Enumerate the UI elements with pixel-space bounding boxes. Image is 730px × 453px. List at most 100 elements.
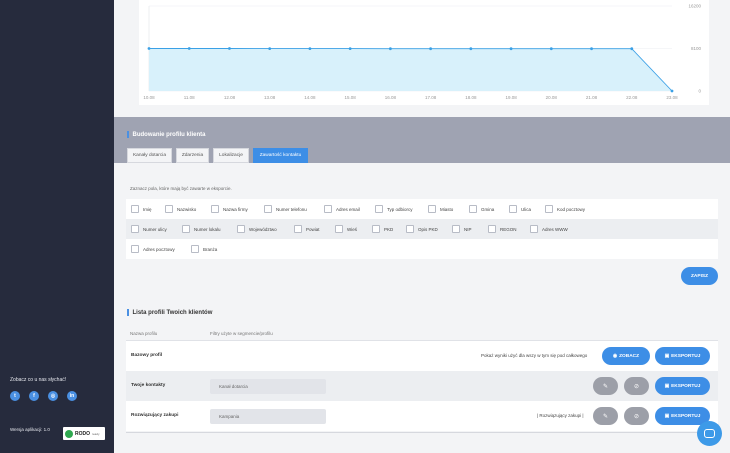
save-icon: ▣: [664, 413, 670, 419]
checkbox-box[interactable]: [191, 245, 199, 253]
checkbox-box[interactable]: [509, 205, 517, 213]
table-row: Bazowy profil Pokaż wyniki użyć dla wszy…: [126, 341, 718, 371]
checkbox-box[interactable]: [294, 225, 302, 233]
twitter-icon[interactable]: t: [10, 391, 20, 401]
x-tick-label: 13.08: [264, 95, 276, 100]
x-tick-label: 14.08: [304, 95, 316, 100]
checkbox-label: Nazwisko: [177, 206, 197, 212]
checkbox-box[interactable]: [211, 205, 219, 213]
field-checkbox[interactable]: Adres email: [324, 205, 360, 213]
profile-note: | Rozwiązujący zakupi |: [537, 413, 584, 418]
checkbox-box[interactable]: [335, 225, 343, 233]
delete-button[interactable]: ⊘: [624, 377, 649, 395]
data-point: [187, 47, 191, 50]
checkbox-box[interactable]: [237, 225, 245, 233]
checkbox-box[interactable]: [488, 225, 496, 233]
field-checkbox[interactable]: Adres WWW: [530, 225, 568, 233]
social-links: t f ◎ in: [10, 391, 77, 401]
checkbox-box[interactable]: [131, 225, 139, 233]
delete-button[interactable]: ⊘: [624, 407, 649, 425]
export-button[interactable]: ▣ EKSPORTUJ: [655, 377, 710, 395]
x-tick-label: 11.08: [184, 95, 195, 100]
checkbox-box[interactable]: [165, 205, 173, 213]
contacts-chart: 10.08 11.08 12.08 13.08 14.08 15.08 16.08 17.08…: [143, 4, 701, 101]
tab-locations[interactable]: Lokalizacje: [213, 148, 249, 163]
save-button[interactable]: ZAPISZ: [681, 267, 718, 285]
facebook-icon[interactable]: f: [29, 391, 39, 401]
view-button[interactable]: ◉ ZOBACZ: [602, 347, 650, 365]
x-tick-label: 12.08: [224, 95, 236, 100]
field-checkbox[interactable]: Ulica: [509, 205, 531, 213]
filter-pill: Kampania: [210, 409, 326, 424]
field-checkbox[interactable]: Numer telefonu: [264, 205, 307, 213]
chat-button[interactable]: [697, 421, 722, 446]
field-checkbox[interactable]: Wieś: [335, 225, 357, 233]
chart-panel: 10.08 11.08 12.08 13.08 14.08 15.08 16.08 17.08…: [139, 0, 709, 105]
checkbox-box[interactable]: [131, 205, 139, 213]
field-checkbox[interactable]: REGON: [488, 225, 517, 233]
tab-events[interactable]: Zdarzenia: [176, 148, 209, 163]
checkbox-label: Adres email: [336, 206, 360, 212]
checkbox-box[interactable]: [131, 245, 139, 253]
x-tick-label: 16.08: [385, 95, 397, 100]
x-tick-label: 18.08: [465, 95, 477, 100]
tab-label: Kanały dotarcia: [132, 153, 167, 158]
checkbox-box[interactable]: [530, 225, 538, 233]
checkbox-box[interactable]: [375, 205, 383, 213]
follow-us-label: Zobacz co u nas słychać!: [10, 377, 67, 383]
field-checkbox[interactable]: NIP: [452, 225, 472, 233]
checkbox-box[interactable]: [545, 205, 553, 213]
field-checkbox[interactable]: Numer ulicy: [131, 225, 167, 233]
field-checkbox[interactable]: Powiat: [294, 225, 320, 233]
checkbox-label: PKD: [384, 226, 394, 232]
field-checkbox[interactable]: Nazwa firmy: [211, 205, 248, 213]
instagram-glyph: ◎: [50, 393, 56, 399]
filter-pill: Kanał dotarcia: [210, 379, 326, 394]
main-content: 10.08 11.08 12.08 13.08 14.08 15.08 16.08 17.08…: [114, 0, 730, 453]
export-button[interactable]: ▣ EKSPORTUJ: [655, 347, 710, 365]
x-tick-label: 17.08: [425, 95, 437, 100]
export-label: EKSPORTUJ: [671, 383, 701, 389]
rodo-badge-sub: ready: [92, 431, 100, 436]
data-point: [268, 47, 272, 51]
field-checkbox[interactable]: Adres pocztowy: [131, 245, 175, 253]
tab-contact-content[interactable]: Zawartość kontaktu: [253, 148, 308, 163]
field-checkbox[interactable]: Gmina: [469, 205, 494, 213]
field-checkbox[interactable]: Województwo: [237, 225, 277, 233]
checkbox-box[interactable]: [372, 225, 380, 233]
checkbox-box[interactable]: [469, 205, 477, 213]
checkbox-box[interactable]: [182, 225, 190, 233]
field-checkbox[interactable]: Branża: [191, 245, 217, 253]
checkbox-box[interactable]: [324, 205, 332, 213]
field-checkbox[interactable]: PKD: [372, 225, 393, 233]
edit-button[interactable]: ✎: [593, 377, 618, 395]
field-checkbox[interactable]: Imię: [131, 205, 152, 213]
field-checkbox[interactable]: Typ odbiorcy: [375, 205, 413, 213]
checkbox-box[interactable]: [406, 225, 414, 233]
field-checkbox[interactable]: Nazwisko: [165, 205, 196, 213]
linkedin-icon[interactable]: in: [67, 391, 77, 401]
checkbox-box[interactable]: [452, 225, 460, 233]
field-checkbox[interactable]: Numer lokalu: [182, 225, 221, 233]
field-checkbox[interactable]: Miasto: [428, 205, 453, 213]
app-version: Wersja aplikacji: 1.0: [10, 427, 50, 432]
tab-label: Zawartość kontaktu: [259, 153, 302, 158]
export-label: EKSPORTUJ: [671, 413, 701, 419]
checkbox-label: Wieś: [347, 226, 357, 232]
data-point: [590, 47, 593, 51]
instagram-icon[interactable]: ◎: [48, 391, 58, 401]
col-filters: Filtry użyte w segmencie/profilu: [210, 331, 273, 336]
profile-note: Pokaż wyniki użyć dla wszy w tym się pod…: [481, 353, 588, 358]
checkbox-label: Adres pocztowy: [143, 246, 175, 252]
trash-icon: ⊘: [633, 413, 640, 420]
field-checkbox[interactable]: Kod pocztowy: [545, 205, 585, 213]
checkbox-label: Branża: [203, 246, 218, 252]
checkbox-box[interactable]: [264, 205, 272, 213]
checkbox-label: Numer ulicy: [143, 226, 167, 232]
edit-button[interactable]: ✎: [593, 407, 618, 425]
twitter-glyph: t: [14, 393, 16, 399]
tab-channels[interactable]: Kanały dotarcia: [127, 148, 172, 163]
field-checkbox[interactable]: Opis PKD: [406, 225, 438, 233]
checkbox-label: Powiat: [306, 226, 320, 232]
checkbox-box[interactable]: [428, 205, 436, 213]
